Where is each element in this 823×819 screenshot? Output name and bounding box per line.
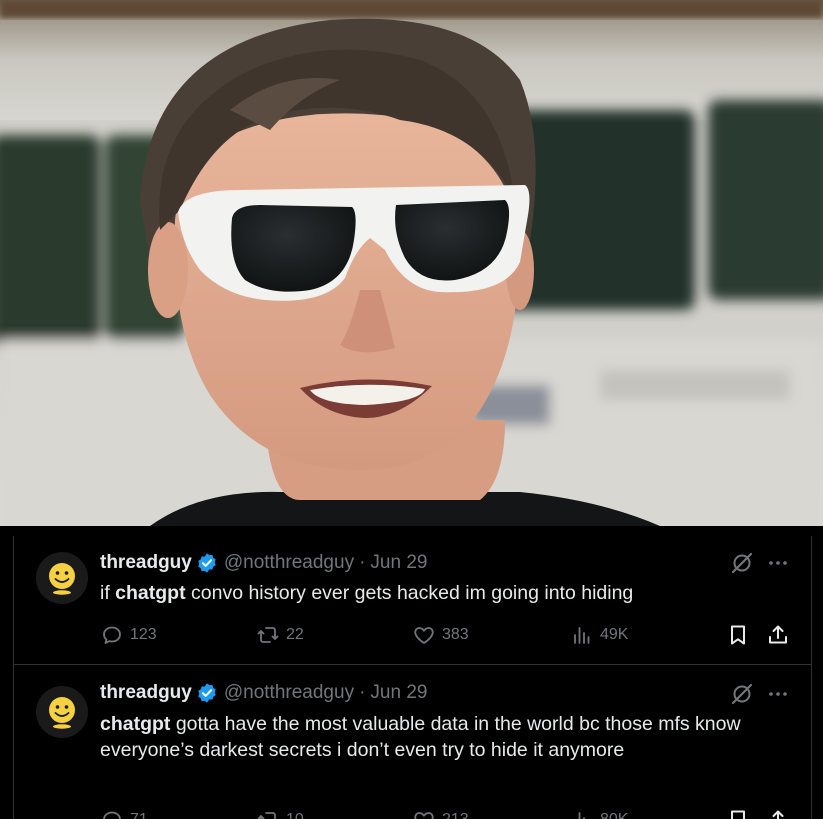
reply-count: 123: [130, 626, 157, 643]
heart-icon: [414, 627, 434, 644]
display-name[interactable]: threadguy: [100, 552, 192, 574]
display-name[interactable]: threadguy: [100, 682, 192, 704]
timestamp[interactable]: Jun 29: [370, 682, 427, 704]
views-button[interactable]: 80K: [570, 806, 628, 819]
reply-button[interactable]: 123: [100, 621, 157, 649]
more-icon[interactable]: [766, 682, 790, 706]
tweet-text-prefix: if: [100, 582, 116, 604]
separator: ·: [359, 552, 366, 573]
bookmark-icon: [731, 625, 745, 645]
tweet-text: if chatgpt convo history ever gets hacke…: [100, 580, 800, 606]
bookmark-button[interactable]: [726, 621, 756, 649]
share-icon: [769, 625, 787, 644]
tweet-header: threadguy @notthreadguy · Jun 29: [100, 551, 427, 575]
tweet-text-suffix: convo history ever gets hacked im going …: [185, 582, 634, 604]
like-button[interactable]: 213: [412, 806, 469, 819]
verified-badge-icon: [198, 553, 216, 573]
action-bar: 71 10 213 80K: [100, 806, 800, 819]
tweet-text-suffix: gotta have the most valuable data in the…: [100, 713, 741, 761]
repost-count: 22: [286, 626, 304, 643]
tweet[interactable]: threadguy @notthreadguy · Jun 29 chatgpt…: [13, 666, 812, 819]
grok-icon[interactable]: [730, 551, 754, 575]
share-icon: [772, 810, 784, 819]
repost-button[interactable]: 22: [256, 621, 304, 649]
bookmark-button[interactable]: [726, 806, 756, 819]
share-button[interactable]: [766, 621, 796, 649]
tweet-feed: threadguy @notthreadguy · Jun 29 if chat…: [0, 526, 823, 819]
repost-button[interactable]: 10: [256, 806, 304, 819]
handle[interactable]: @notthreadguy: [224, 552, 354, 574]
reply-button[interactable]: 71: [100, 806, 148, 819]
avatar[interactable]: [36, 686, 88, 738]
attached-photo[interactable]: [0, 0, 823, 526]
reply-icon: [103, 811, 121, 819]
repost-count: 10: [286, 811, 304, 819]
heart-icon: [414, 812, 434, 819]
timestamp[interactable]: Jun 29: [370, 552, 427, 574]
views-icon: [574, 627, 590, 644]
reply-count: 71: [130, 811, 148, 819]
handle[interactable]: @notthreadguy: [224, 682, 354, 704]
separator: ·: [359, 682, 366, 703]
verified-badge-icon: [198, 683, 216, 703]
tweet-text-bold: chatgpt: [100, 713, 171, 735]
views-button[interactable]: 49K: [570, 621, 628, 649]
views-count: 49K: [600, 626, 629, 643]
avatar[interactable]: [36, 552, 88, 604]
more-icon[interactable]: [766, 551, 790, 575]
like-count: 213: [442, 811, 469, 819]
repost-icon: [257, 627, 279, 643]
reply-icon: [103, 626, 121, 644]
smiley-avatar-icon: [49, 697, 75, 729]
tweet-text: chatgpt gotta have the most valuable dat…: [100, 711, 800, 763]
repost-icon: [257, 812, 276, 819]
action-bar: 123 22 383 49K: [100, 621, 800, 649]
views-count: 80K: [600, 811, 628, 819]
like-button[interactable]: 383: [412, 621, 469, 649]
photo-illustration: [0, 0, 823, 526]
tweet-header: threadguy @notthreadguy · Jun 29: [100, 681, 427, 705]
views-icon: [578, 812, 585, 819]
grok-icon[interactable]: [730, 682, 754, 706]
bookmark-icon: [731, 810, 745, 819]
share-button[interactable]: [766, 806, 796, 819]
smiley-avatar-icon: [49, 563, 75, 595]
tweet-text-bold: chatgpt: [115, 582, 186, 604]
like-count: 383: [442, 626, 469, 643]
tweet[interactable]: threadguy @notthreadguy · Jun 29 if chat…: [13, 536, 812, 665]
